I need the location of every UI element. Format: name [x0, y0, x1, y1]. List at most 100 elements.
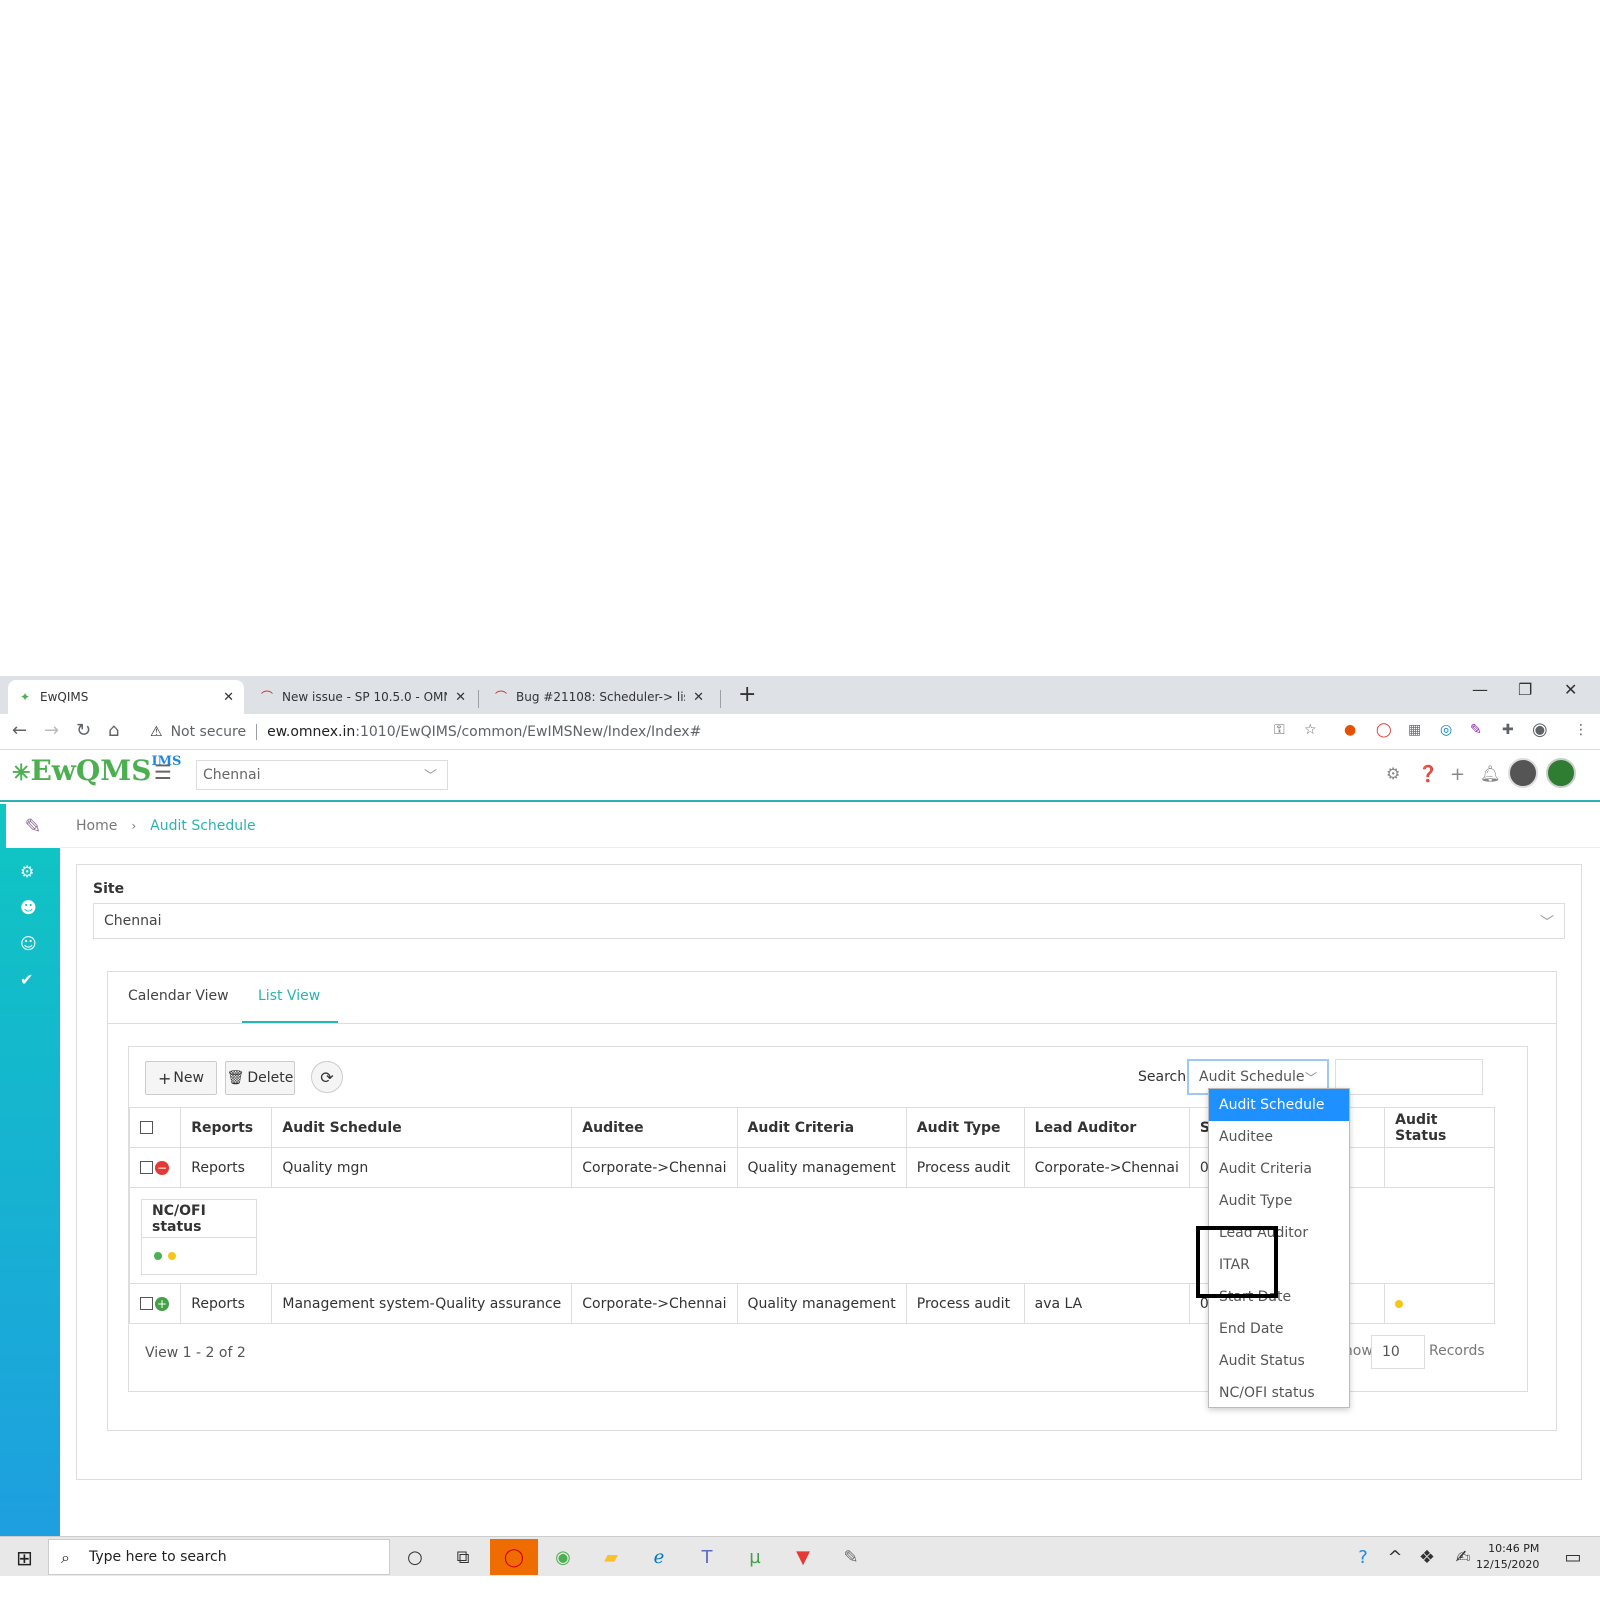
file-explorer-icon[interactable]: ▰ [594, 1543, 628, 1571]
taskbar-search-input[interactable]: ⌕ Type here to search [48, 1539, 390, 1575]
reload-icon[interactable]: ↻ [76, 720, 91, 741]
breadcrumb-current: Audit Schedule [150, 817, 256, 834]
browser-addressbar: ← → ↻ ⌂ ⚠ Not secure ew.omnex.in:1010/Ew… [0, 714, 1600, 750]
restore-icon[interactable]: ❐ [1518, 680, 1532, 699]
col-reports[interactable]: Reports [180, 1107, 273, 1148]
audit-schedule-link[interactable]: Management system-Quality assurance [271, 1283, 573, 1324]
sidebar: ✎ ⚙ ☻ ☺ ✔ [0, 804, 60, 1536]
browser-tab-new-issue[interactable]: ⌒ New issue - SP 10.5.0 - OMNEX I ✕ [250, 680, 476, 714]
row-checkbox[interactable] [140, 1297, 153, 1310]
dropdown-option-end-date[interactable]: End Date [1209, 1313, 1349, 1345]
task-view-icon[interactable]: ⧉ [446, 1543, 480, 1571]
sidebar-item-users-icon[interactable]: ☻ [20, 898, 37, 917]
reports-link[interactable]: Reports [180, 1283, 273, 1324]
windows-start-icon[interactable]: ⊞ [16, 1546, 33, 1570]
key-icon[interactable]: ⚿ [1274, 722, 1285, 738]
audit-status-cell [1384, 1283, 1495, 1324]
close-window-icon[interactable]: ✕ [1564, 680, 1577, 699]
browser-tab-bug[interactable]: ⌒ Bug #21108: Scheduler-> list vie ✕ [484, 680, 714, 714]
audit-type-cell: Process audit [905, 1283, 1025, 1324]
close-icon[interactable]: ✕ [223, 690, 234, 705]
delete-button[interactable]: 🗑︎ Delete [225, 1061, 295, 1095]
audit-criteria-cell: Quality management [736, 1283, 907, 1324]
sidebar-item-settings-icon[interactable]: ⚙ [20, 862, 34, 881]
extension-circle-icon[interactable]: ◎ [1440, 722, 1452, 738]
dropbox-icon[interactable]: ❖ [1410, 1543, 1444, 1571]
dropdown-option-audit-criteria[interactable]: Audit Criteria [1209, 1153, 1349, 1185]
teams-icon[interactable]: T [690, 1543, 724, 1571]
close-icon[interactable]: ✕ [693, 690, 704, 705]
avatar[interactable] [1508, 758, 1538, 788]
feather-icon[interactable]: ✎ [1470, 722, 1482, 738]
dropdown-option-auditee[interactable]: Auditee [1209, 1121, 1349, 1153]
pen-icon[interactable]: ✍ [1446, 1543, 1480, 1571]
forward-icon[interactable]: → [44, 720, 59, 741]
utorrent-icon[interactable]: µ [738, 1543, 772, 1571]
select-all-checkbox[interactable] [140, 1121, 153, 1134]
chevron-down-icon: ﹀ [1540, 915, 1554, 931]
chrome-icon[interactable]: ◉ [546, 1543, 580, 1571]
dropdown-option-nc-ofi-status[interactable]: NC/OFI status [1209, 1377, 1349, 1409]
bell-icon[interactable]: 🔔︎ [1480, 764, 1500, 783]
header-site-select[interactable]: Chennai ﹀ [196, 760, 448, 790]
page-size-input[interactable]: 10 [1371, 1335, 1425, 1369]
site-select[interactable]: Chennai ﹀ [93, 903, 1565, 939]
paint-icon[interactable]: ✎ [834, 1543, 868, 1571]
help-icon[interactable]: ❓ [1418, 764, 1438, 783]
clock[interactable]: 10:46 PM 12/15/2020 [1476, 1541, 1539, 1573]
tab-calendar-view[interactable]: Calendar View [128, 988, 229, 1004]
breadcrumb-home[interactable]: Home [76, 818, 117, 834]
col-audit-criteria[interactable]: Audit Criteria [736, 1107, 907, 1148]
col-audit-status[interactable]: Audit Status [1384, 1107, 1495, 1148]
notification-icon[interactable]: ▭ [1556, 1543, 1590, 1571]
help-tray-icon[interactable]: ? [1346, 1543, 1380, 1571]
search-field-value: Audit Schedule [1199, 1069, 1305, 1085]
cortana-icon[interactable]: ○ [398, 1543, 432, 1571]
star-icon[interactable]: ☆ [1304, 722, 1317, 738]
col-lead-auditor[interactable]: Lead Auditor [1023, 1107, 1190, 1148]
browser-tab-ewqims[interactable]: ✦ EwQIMS ✕ [8, 680, 244, 714]
tab-title: New issue - SP 10.5.0 - OMNEX I [282, 690, 447, 704]
hamburger-icon[interactable]: ☰ [154, 760, 172, 784]
search-input[interactable] [1335, 1059, 1483, 1095]
row-checkbox[interactable] [140, 1161, 153, 1174]
dropdown-option-audit-type[interactable]: Audit Type [1209, 1185, 1349, 1217]
close-icon[interactable]: ✕ [455, 690, 466, 705]
chevron-down-icon: ﹀ [423, 769, 437, 784]
reports-link[interactable]: Reports [180, 1147, 273, 1188]
expand-icon[interactable]: + [155, 1296, 169, 1311]
audit-schedule-link[interactable]: Quality mgn [271, 1147, 573, 1188]
profile-icon[interactable]: ◉ [1532, 719, 1548, 740]
org-avatar[interactable] [1546, 758, 1576, 788]
refresh-button[interactable]: ⟳ [311, 1061, 343, 1093]
plus-icon[interactable]: + [1450, 764, 1465, 785]
new-button[interactable]: + New [145, 1061, 217, 1095]
edge-icon[interactable]: ℯ [642, 1543, 676, 1571]
brave-icon[interactable]: ▼ [786, 1543, 820, 1571]
col-audit-type[interactable]: Audit Type [905, 1107, 1025, 1148]
col-auditee[interactable]: Auditee [571, 1107, 738, 1148]
extension-fire-icon[interactable]: ● [1344, 722, 1356, 738]
gear-icon[interactable]: ⚙ [1386, 764, 1400, 783]
tab-list-view[interactable]: List View [258, 988, 320, 1004]
back-icon[interactable]: ← [12, 720, 27, 741]
collapse-icon[interactable]: − [155, 1160, 169, 1175]
opera-icon[interactable]: ◯ [1376, 722, 1392, 738]
dropdown-option-audit-status[interactable]: Audit Status [1209, 1345, 1349, 1377]
sidebar-item-user-check-icon[interactable]: ✔ [20, 970, 33, 989]
sidebar-item-audit-icon[interactable]: ✎ [6, 804, 60, 848]
windows-extension-icon[interactable]: ▦ [1408, 722, 1421, 738]
url-field[interactable]: ⚠ Not secure ew.omnex.in:1010/EwQIMS/com… [140, 718, 1318, 746]
opera-taskbar-icon[interactable]: ◯ [490, 1539, 538, 1575]
sidebar-item-user-settings-icon[interactable]: ☺ [20, 934, 37, 953]
minimize-icon[interactable]: — [1472, 680, 1488, 699]
chevron-up-icon[interactable]: ^ [1378, 1543, 1412, 1571]
new-tab-button[interactable]: + [738, 682, 756, 707]
puzzle-icon[interactable]: ✚ [1502, 722, 1514, 738]
home-icon[interactable]: ⌂ [108, 720, 119, 741]
menu-dots-icon[interactable]: ⋮ [1574, 722, 1588, 738]
status-dot-green [154, 1252, 162, 1260]
lead-auditor-link[interactable]: ava LA [1023, 1283, 1190, 1324]
dropdown-option-audit-schedule[interactable]: Audit Schedule [1209, 1089, 1349, 1121]
col-audit-schedule[interactable]: Audit Schedule [271, 1107, 573, 1148]
